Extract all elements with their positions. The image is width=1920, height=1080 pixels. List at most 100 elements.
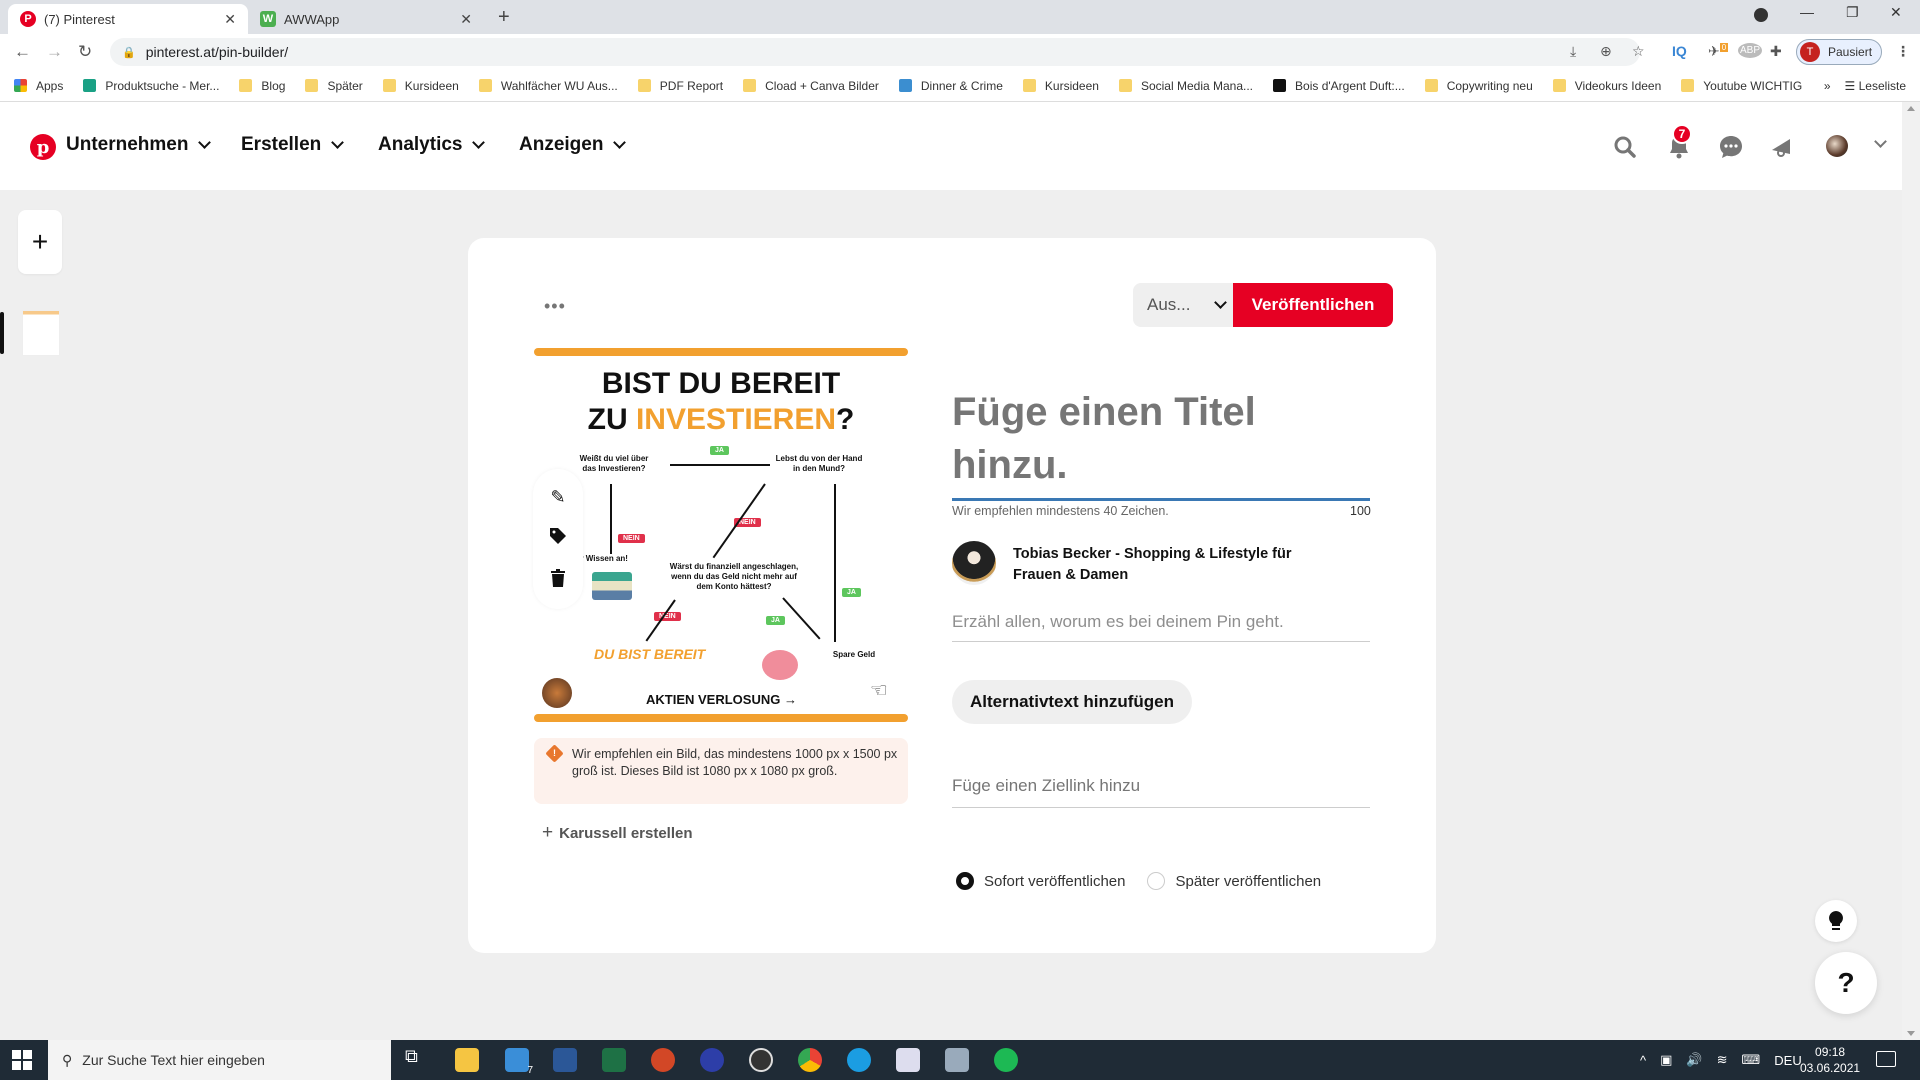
windows-start-icon[interactable] [12, 1050, 32, 1070]
pin-title-input[interactable]: Füge einen Titel hinzu. [952, 386, 1372, 492]
mail-icon[interactable]: 7 [505, 1048, 533, 1076]
pin-draft-thumbnail[interactable] [22, 310, 60, 356]
bookmark-item[interactable]: Wahlfächer WU Aus... [478, 79, 618, 93]
create-carousel-button[interactable]: + Karussell erstellen [542, 822, 693, 844]
camera-icon[interactable]: ▣ [1660, 1052, 1672, 1068]
clock-date: 03.06.2021 [1800, 1061, 1861, 1075]
title-char-count: 100 [1350, 504, 1371, 518]
bookmark-item[interactable]: Kursideen [1022, 79, 1099, 93]
menu-unternehmen[interactable]: Unternehmen [66, 134, 212, 156]
task-view-icon[interactable]: ⧉ [405, 1046, 429, 1070]
edge-icon[interactable] [847, 1048, 871, 1072]
bookmark-item[interactable]: Youtube WICHTIG [1681, 79, 1802, 93]
spotify-icon[interactable] [994, 1048, 1018, 1072]
back-icon[interactable]: ← [14, 42, 31, 62]
author-avatar [952, 541, 996, 585]
page-scrollbar[interactable] [1902, 102, 1920, 1040]
radio-publish-now[interactable] [956, 872, 974, 890]
clock-time: 09:18 [1815, 1045, 1846, 1059]
tab-awwapp[interactable]: W AWWApp ✕ [248, 4, 484, 34]
pinterest-logo-icon[interactable]: p [30, 134, 56, 160]
close-tab-icon[interactable]: ✕ [460, 11, 472, 28]
puzzle-extensions-icon[interactable]: ✚ [1770, 43, 1782, 60]
profile-button[interactable]: T Pausiert [1796, 39, 1882, 65]
help-button[interactable]: ? [1815, 952, 1877, 1014]
app-icon[interactable] [896, 1048, 920, 1072]
bookmarks-overflow-icon[interactable]: » [1824, 79, 1831, 93]
menu-erstellen[interactable]: Erstellen [241, 134, 345, 156]
minimize-icon[interactable]: — [1800, 4, 1814, 20]
taskbar-search-input[interactable]: ⚲ Zur Suche Text hier eingeben [48, 1040, 391, 1080]
account-chevron-down-icon[interactable] [1874, 135, 1887, 148]
chrome-menu-icon[interactable]: ⋮ [1896, 43, 1910, 60]
reload-icon[interactable]: ↻ [78, 42, 92, 62]
bookmark-item[interactable]: Dinner & Crime [898, 79, 1003, 93]
scroll-up-arrow-icon[interactable] [1907, 106, 1915, 111]
app-icon[interactable] [700, 1048, 724, 1072]
scroll-down-arrow-icon[interactable] [1907, 1031, 1915, 1036]
tag-product-icon[interactable] [549, 527, 567, 550]
extension-icon[interactable]: ✈ 0 [1708, 43, 1729, 60]
close-window-icon[interactable]: ✕ [1890, 4, 1902, 21]
tab-search-icon[interactable] [1754, 8, 1768, 22]
language-indicator[interactable]: DEU [1774, 1053, 1801, 1068]
close-tab-icon[interactable]: ✕ [224, 11, 236, 28]
adblock-icon[interactable]: ABP [1738, 43, 1763, 58]
bookmark-item[interactable]: PDF Report [637, 79, 723, 93]
chrome-icon[interactable] [798, 1048, 822, 1072]
chevron-down-icon [331, 136, 345, 149]
wifi-icon[interactable]: ≋ [1717, 1052, 1728, 1068]
keyboard-icon[interactable]: ⌨ [1742, 1052, 1761, 1068]
reading-list-label: Leseliste [1858, 78, 1906, 93]
edit-pencil-icon[interactable]: ✎ [550, 487, 565, 508]
reading-list-button[interactable]: ☰ Leseliste [1845, 79, 1906, 93]
folder-icon [305, 79, 319, 92]
publish-button[interactable]: Veröffentlichen [1233, 283, 1393, 327]
more-options-icon[interactable]: ••• [544, 296, 566, 317]
bookmark-item[interactable]: Produktsuche - Mer... [83, 79, 219, 93]
messages-icon[interactable] [1716, 132, 1746, 162]
taskbar-clock[interactable]: 09:18 03.06.2021 [1800, 1044, 1860, 1076]
tab-pinterest[interactable]: P (7) Pinterest ✕ [8, 4, 248, 34]
bookmark-item[interactable]: Später [305, 79, 363, 93]
file-explorer-icon[interactable] [455, 1048, 479, 1072]
user-avatar[interactable] [1826, 135, 1848, 157]
bookmark-item[interactable]: Videokurs Ideen [1552, 79, 1661, 93]
add-alt-text-button[interactable]: Alternativtext hinzufügen [952, 680, 1192, 724]
new-tab-button[interactable]: + [498, 6, 510, 29]
bookmark-item[interactable]: Cload + Canva Bilder [743, 79, 879, 93]
lightbulb-icon[interactable] [1815, 900, 1857, 942]
destination-link-input[interactable]: Füge einen Ziellink hinzu [952, 776, 1370, 808]
restore-icon[interactable]: ❐ [1846, 4, 1859, 21]
menu-anzeigen[interactable]: Anzeigen [519, 134, 627, 156]
action-center-icon[interactable] [1876, 1051, 1896, 1067]
word-icon[interactable] [553, 1048, 577, 1072]
excel-icon[interactable] [602, 1048, 626, 1072]
radio-publish-later[interactable] [1147, 872, 1166, 890]
url-input[interactable]: 🔒 pinterest.at/pin-builder/ [110, 38, 1640, 66]
bookmark-item[interactable]: Kursideen [382, 79, 459, 93]
zoom-icon[interactable]: ⊕ [1600, 43, 1612, 60]
powerpoint-icon[interactable] [651, 1048, 675, 1072]
description-input[interactable]: Erzähl allen, worum es bei deinem Pin ge… [952, 612, 1370, 642]
app-icon[interactable] [945, 1048, 969, 1072]
bookmark-item[interactable]: Copywriting neu [1424, 79, 1533, 93]
delete-trash-icon[interactable] [550, 568, 566, 592]
bookmark-item[interactable]: Blog [239, 79, 285, 93]
star-bookmark-icon[interactable]: ☆ [1632, 43, 1645, 60]
iq-extension-icon[interactable]: IQ [1672, 43, 1687, 59]
tray-expand-icon[interactable]: ^ [1640, 1053, 1646, 1068]
menu-analytics[interactable]: Analytics [378, 134, 486, 156]
bookmark-item[interactable]: Bois d'Argent Duft:... [1273, 79, 1405, 93]
menu-label: Anzeigen [519, 134, 604, 155]
bookmark-item[interactable]: Social Media Mana... [1118, 79, 1253, 93]
add-pin-draft-button[interactable]: + [18, 210, 62, 274]
obs-icon[interactable] [749, 1048, 773, 1072]
install-icon[interactable]: ⤓ [1570, 43, 1576, 60]
search-icon[interactable] [1610, 132, 1640, 162]
volume-icon[interactable]: 🔊 [1686, 1052, 1702, 1068]
megaphone-updates-icon[interactable] [1768, 132, 1798, 162]
bookmark-apps[interactable]: Apps [14, 79, 63, 93]
board-select-dropdown[interactable]: Aus... [1133, 283, 1234, 327]
forward-icon[interactable]: → [46, 42, 63, 62]
